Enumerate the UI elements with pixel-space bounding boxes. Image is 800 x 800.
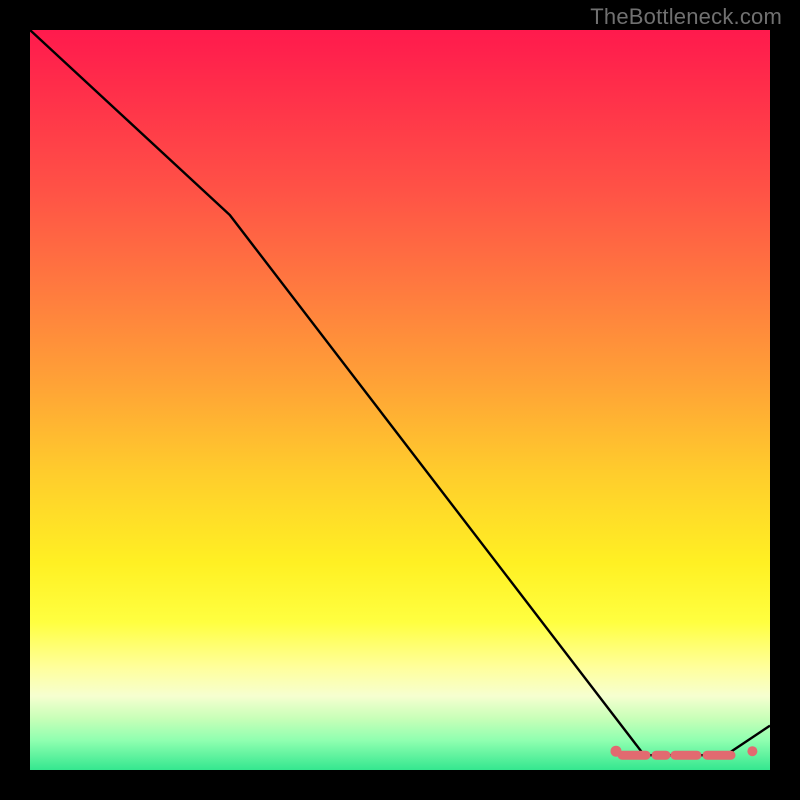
plot-area [30, 30, 770, 770]
watermark-label: TheBottleneck.com [590, 4, 782, 30]
curve-svg [30, 30, 770, 770]
chart-frame: TheBottleneck.com [0, 0, 800, 800]
bottleneck-curve [30, 30, 770, 755]
